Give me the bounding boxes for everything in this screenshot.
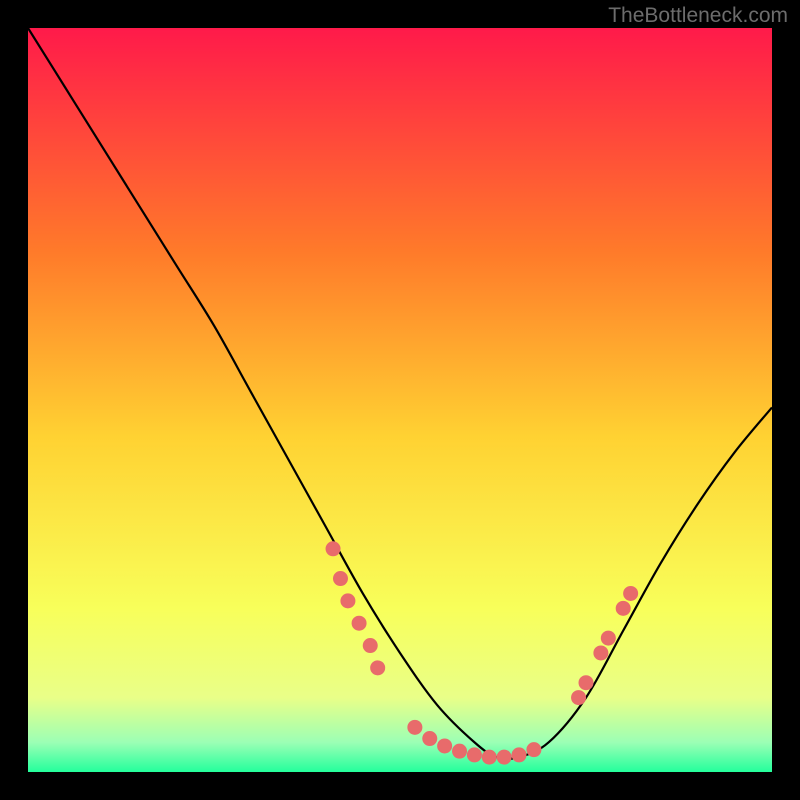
chart-svg xyxy=(28,28,772,772)
chart-frame: TheBottleneck.com xyxy=(0,0,800,800)
data-dot xyxy=(407,720,422,735)
data-dot xyxy=(352,616,367,631)
data-dot xyxy=(452,744,467,759)
data-dot xyxy=(333,571,348,586)
plot-area xyxy=(28,28,772,772)
data-dot xyxy=(437,738,452,753)
data-dot xyxy=(526,742,541,757)
data-dot xyxy=(326,541,341,556)
data-dot xyxy=(579,675,594,690)
data-dot xyxy=(571,690,586,705)
data-dot xyxy=(623,586,638,601)
gradient-background xyxy=(28,28,772,772)
data-dot xyxy=(422,731,437,746)
data-dot xyxy=(601,631,616,646)
data-dot xyxy=(467,747,482,762)
data-dot xyxy=(482,750,497,765)
data-dot xyxy=(340,593,355,608)
data-dot xyxy=(593,645,608,660)
data-dot xyxy=(616,601,631,616)
data-dot xyxy=(497,750,512,765)
data-dot xyxy=(370,660,385,675)
watermark-text: TheBottleneck.com xyxy=(608,4,788,28)
data-dot xyxy=(512,747,527,762)
data-dot xyxy=(363,638,378,653)
